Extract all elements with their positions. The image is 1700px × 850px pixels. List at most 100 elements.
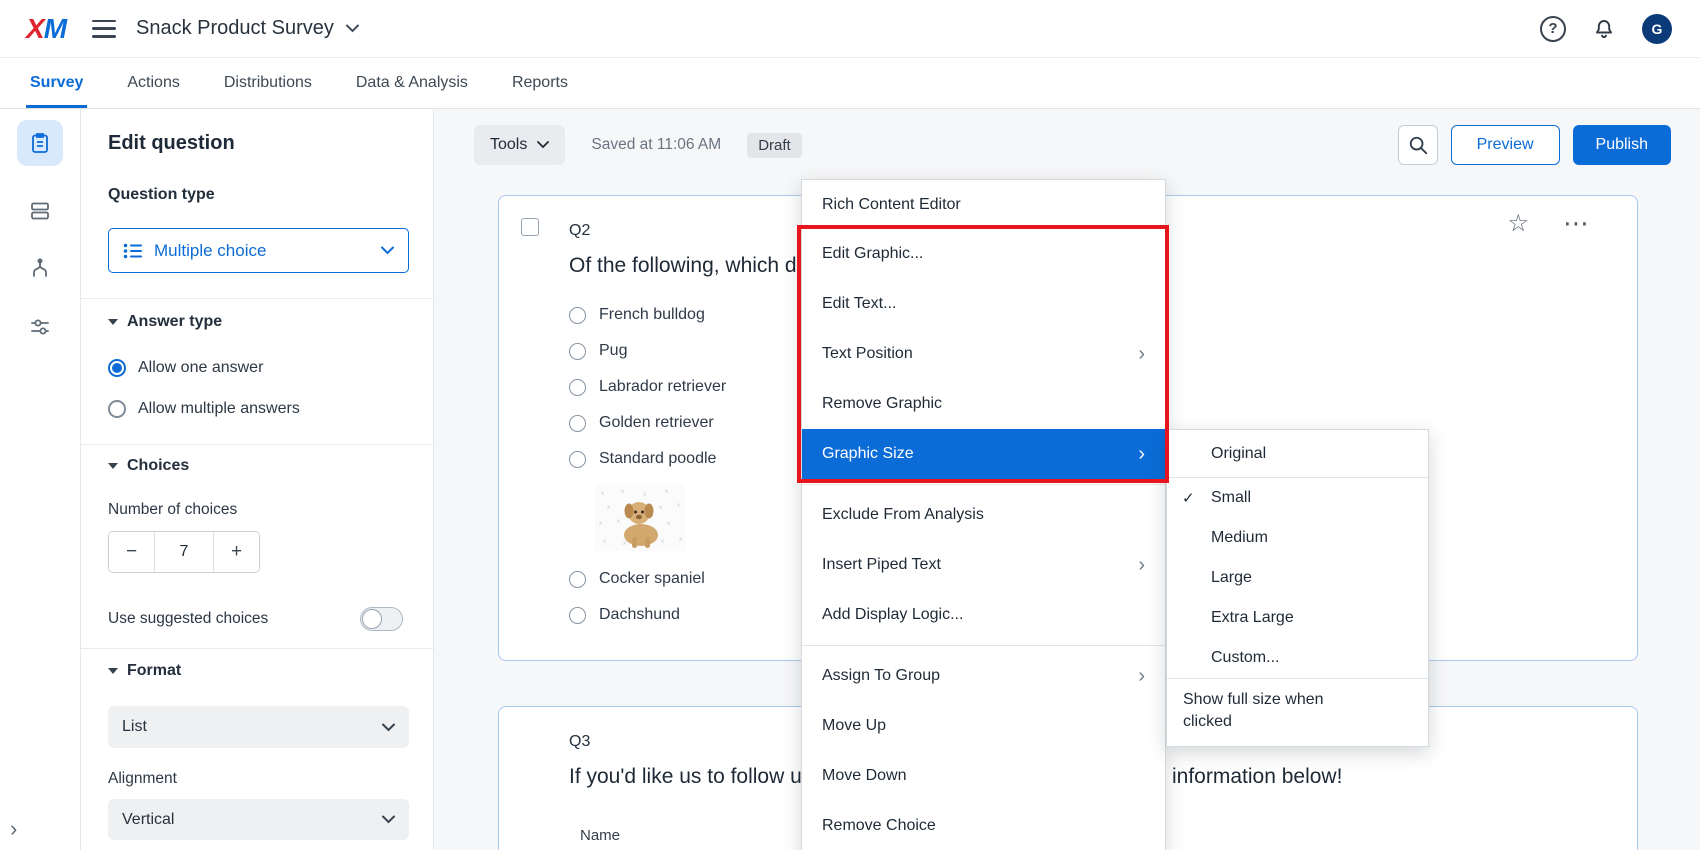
menu-item-text-position[interactable]: Text Position› (802, 329, 1165, 379)
svg-text:x: x (659, 505, 662, 511)
xm-logo[interactable]: XM (26, 13, 66, 45)
more-options-icon[interactable]: ⋯ (1563, 210, 1591, 236)
decrease-choices-button[interactable]: − (109, 532, 154, 572)
divider (81, 298, 433, 299)
tab-data-analysis[interactable]: Data & Analysis (356, 58, 468, 108)
menu-item-graphic-size[interactable]: Graphic Size› (802, 429, 1165, 479)
question-type-value: Multiple choice (154, 241, 266, 261)
menu-item-assign-to-group[interactable]: Assign To Group› (802, 651, 1165, 701)
question-number: Q3 (569, 733, 590, 751)
chevron-down-icon (382, 815, 395, 824)
chevron-down-icon (346, 24, 359, 33)
submenu-item-small[interactable]: ✓Small (1167, 478, 1428, 518)
collapse-triangle-icon (108, 463, 118, 469)
svg-text:x: x (661, 539, 664, 545)
chevron-down-icon (537, 141, 549, 149)
menu-item-move-down[interactable]: Move Down (802, 751, 1165, 801)
menu-item-move-up[interactable]: Move Up (802, 701, 1165, 751)
radio-unselected-icon (569, 415, 586, 432)
left-icon-rail: › (0, 109, 81, 850)
preview-button[interactable]: Preview (1451, 125, 1560, 165)
logo-letter-m: M (44, 13, 66, 45)
submenu-chevron-icon: › (1138, 344, 1145, 364)
svg-text:x: x (617, 519, 620, 525)
svg-text:x: x (623, 541, 626, 547)
rail-item-survey-options[interactable] (17, 304, 63, 350)
question-type-label: Question type (108, 186, 409, 204)
alignment-value: Vertical (122, 811, 174, 829)
question-number: Q2 (569, 222, 590, 240)
svg-text:x: x (621, 489, 624, 495)
collapse-triangle-icon (108, 668, 118, 674)
tab-distributions[interactable]: Distributions (224, 58, 312, 108)
submenu-item-custom[interactable]: Custom... (1167, 638, 1428, 678)
edit-question-panel: Edit question Question type Multiple cho… (81, 109, 434, 850)
menu-item-edit-graphic[interactable]: Edit Graphic... (802, 229, 1165, 279)
topbar-actions: ? G (1540, 14, 1672, 44)
submenu-item-show-full-size[interactable]: Show full size when clicked (1167, 679, 1382, 746)
increase-choices-button[interactable]: + (214, 532, 259, 572)
rail-item-blocks[interactable] (17, 188, 63, 234)
canvas-toolbar: Tools Saved at 11:06 AM Draft Preview Pu… (474, 125, 1671, 165)
choice-graphic-poodle-photo[interactable]: xxxx xxx xxx xxxx (595, 485, 685, 551)
alignment-dropdown[interactable]: Vertical (108, 799, 409, 840)
format-section-header[interactable]: Format (108, 662, 409, 680)
radio-unselected-icon (108, 400, 126, 418)
tab-reports[interactable]: Reports (512, 58, 568, 108)
sliders-icon (28, 315, 52, 339)
radio-allow-multiple-answers[interactable]: Allow multiple answers (108, 395, 409, 423)
tab-survey[interactable]: Survey (30, 58, 83, 108)
submenu-item-large[interactable]: Large (1167, 558, 1428, 598)
multiple-choice-icon (123, 243, 143, 259)
radio-unselected-icon (569, 379, 586, 396)
logo-letter-x: X (26, 13, 44, 45)
svg-text:x: x (607, 505, 610, 511)
svg-text:x: x (667, 521, 670, 527)
menu-item-insert-piped-text[interactable]: Insert Piped Text› (802, 540, 1165, 590)
submenu-item-medium[interactable]: Medium (1167, 518, 1428, 558)
publish-button[interactable]: Publish (1573, 125, 1671, 165)
number-of-choices-label: Number of choices (108, 501, 409, 519)
radio-unselected-icon (569, 451, 586, 468)
search-button[interactable] (1398, 125, 1438, 165)
divider (81, 444, 433, 445)
avatar[interactable]: G (1642, 14, 1672, 44)
layers-icon (28, 199, 52, 223)
builder-clipboard-icon (28, 131, 52, 155)
svg-text:x: x (601, 491, 604, 497)
rail-item-builder[interactable] (17, 120, 63, 166)
panel-expander-chevron-icon[interactable]: › (10, 818, 17, 840)
submenu-item-original[interactable]: Original (1167, 430, 1428, 477)
submenu-item-extra-large[interactable]: Extra Large (1167, 598, 1428, 638)
tab-actions[interactable]: Actions (127, 58, 179, 108)
tools-button[interactable]: Tools (474, 125, 565, 165)
survey-title: Snack Product Survey (136, 17, 334, 40)
help-icon[interactable]: ? (1540, 16, 1566, 42)
question-checkbox[interactable] (521, 218, 539, 236)
rail-item-survey-flow[interactable] (17, 246, 63, 292)
hamburger-menu-icon[interactable] (92, 20, 116, 38)
menu-item-add-display-logic[interactable]: Add Display Logic... (802, 590, 1165, 640)
question-type-dropdown[interactable]: Multiple choice (108, 228, 409, 273)
top-bar: XM Snack Product Survey ? G (0, 0, 1700, 58)
choices-section-header[interactable]: Choices (108, 457, 409, 475)
star-icon[interactable]: ☆ (1507, 212, 1529, 236)
use-suggested-choices-toggle[interactable] (360, 607, 403, 631)
use-suggested-choices-row: Use suggested choices (108, 604, 409, 634)
menu-item-rich-content-editor[interactable]: Rich Content Editor (802, 180, 1165, 229)
chevron-down-icon (382, 723, 395, 732)
survey-title-dropdown[interactable]: Snack Product Survey (136, 17, 359, 40)
question-text[interactable]: Of the following, which d (569, 254, 797, 278)
menu-item-remove-graphic[interactable]: Remove Graphic (802, 379, 1165, 429)
format-dropdown[interactable]: List (108, 706, 409, 748)
svg-text:x: x (599, 521, 602, 527)
radio-allow-one-answer[interactable]: Allow one answer (108, 354, 409, 382)
answer-type-section-header[interactable]: Answer type (108, 313, 409, 331)
menu-item-remove-choice[interactable]: Remove Choice (802, 801, 1165, 850)
question-text-left-fragment[interactable]: If you'd like us to follow u (569, 765, 802, 789)
notifications-bell-icon[interactable] (1592, 17, 1616, 41)
autosave-status: Saved at 11:06 AM (591, 136, 721, 154)
collapse-triangle-icon (108, 319, 118, 325)
menu-item-edit-text[interactable]: Edit Text... (802, 279, 1165, 329)
menu-item-exclude-from-analysis[interactable]: Exclude From Analysis (802, 490, 1165, 540)
